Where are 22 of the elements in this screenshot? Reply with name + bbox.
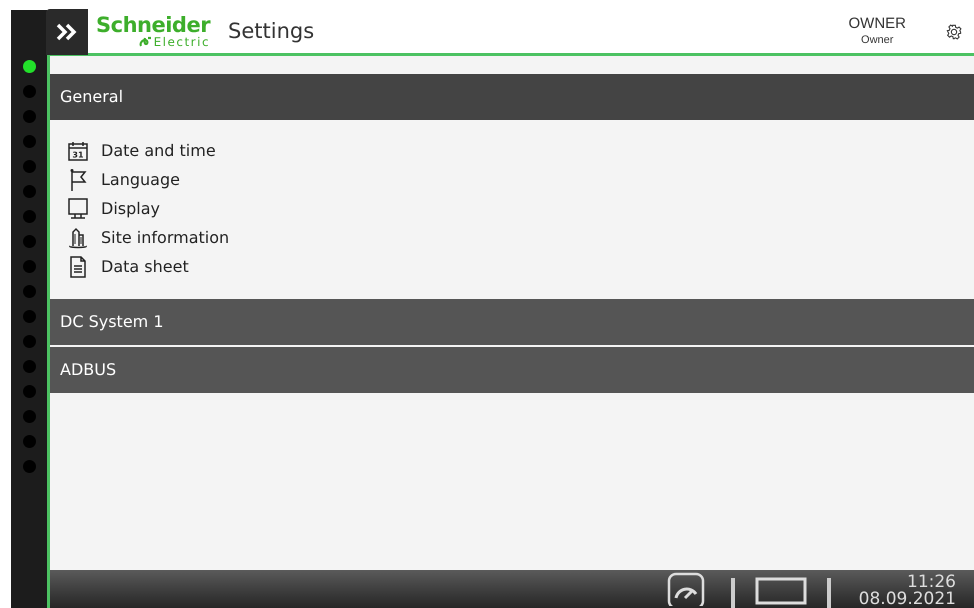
menu-expand-button[interactable] [46,8,88,54]
monitor-icon [67,196,89,220]
page-title: Settings [228,18,314,45]
section-header[interactable]: General [50,74,974,120]
gauge-icon[interactable] [666,572,705,606]
settings-menu-item[interactable]: Data sheet [101,254,189,278]
settings-icon[interactable] [946,24,962,40]
clock-time: 11:26 [907,574,956,591]
settings-menu-item[interactable]: Date and time [101,138,216,162]
clock-date: 08.09.2021 [858,591,956,608]
calendar-icon: 31 [67,140,89,162]
settings-menu-item[interactable]: Site information [101,226,230,250]
user-name: OWNER [848,15,906,34]
user-role: Owner [861,34,894,48]
logo: Schneider Electric [96,15,210,48]
buildings-icon [67,226,89,250]
rectangle-icon[interactable] [754,577,807,605]
section-header[interactable]: DC System 1 [50,299,974,345]
section-header[interactable]: ADBUS [50,347,974,393]
settings-menu-item[interactable]: Language [101,168,180,192]
double-chevron-icon [56,22,78,40]
settings-menu-item[interactable]: Display [101,196,160,220]
